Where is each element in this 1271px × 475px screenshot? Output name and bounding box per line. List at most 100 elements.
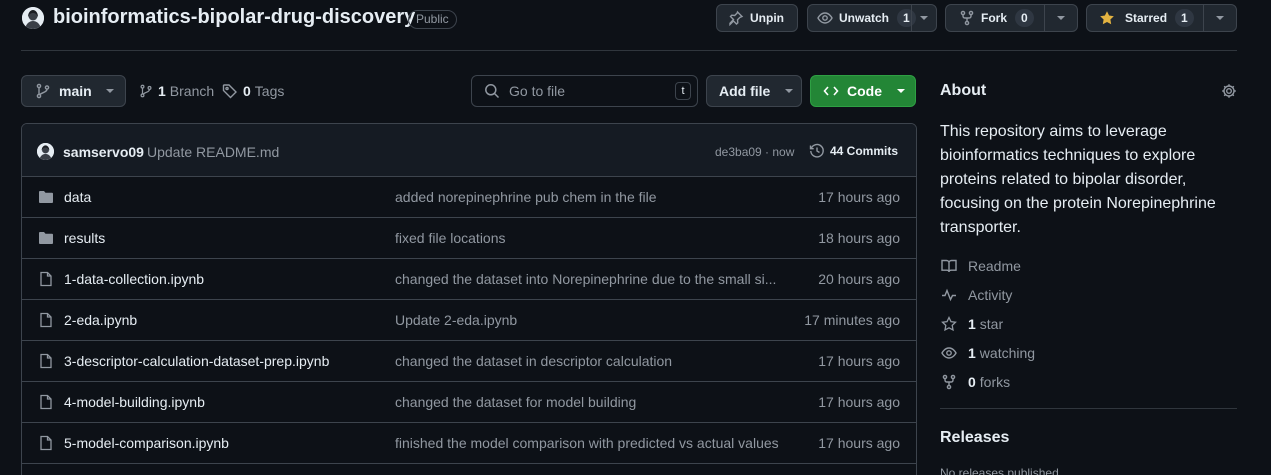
tag-icon — [222, 83, 238, 99]
watching-label: watching — [979, 345, 1036, 361]
file-name-link[interactable]: 1-data-collection.ipynb — [64, 271, 204, 287]
branch-name: main — [59, 83, 92, 99]
activity-link[interactable]: Activity — [941, 287, 1012, 303]
folder-icon — [38, 189, 54, 205]
starred-label: Starred — [1125, 11, 1168, 25]
forks-label: forks — [979, 374, 1011, 390]
gear-icon[interactable] — [1221, 83, 1237, 99]
readme-label: Readme — [968, 258, 1021, 274]
star-lists-dropdown[interactable] — [1203, 5, 1236, 31]
branch-selector-button[interactable]: main — [21, 75, 126, 107]
branch-count: 1 — [158, 83, 166, 99]
file-icon — [38, 312, 54, 328]
unpin-button[interactable]: Unpin — [716, 4, 798, 32]
file-commit-message-link[interactable]: changed the dataset into Norepinephrine … — [395, 271, 783, 287]
add-file-button[interactable]: Add file — [706, 75, 802, 107]
starred-button[interactable]: Starred 1 — [1087, 5, 1203, 31]
code-label: Code — [847, 83, 882, 99]
file-icon — [38, 353, 54, 369]
commit-hash-time[interactable]: de3ba09 · now — [715, 145, 794, 159]
commit-author-avatar[interactable] — [37, 143, 54, 160]
fork-counter: 0 — [1015, 9, 1034, 27]
file-commit-message-link[interactable]: added norepinephrine pub chem in the fil… — [395, 189, 783, 205]
tag-count-label: Tags — [254, 83, 285, 99]
file-commit-time: 17 minutes ago — [804, 312, 900, 328]
eye-icon — [817, 10, 833, 26]
commit-author-link[interactable]: samservo09 — [63, 144, 144, 160]
code-button[interactable]: Code — [810, 75, 916, 107]
file-commit-message-link[interactable]: finished the model comparison with predi… — [395, 435, 783, 451]
latest-commit-bar: samservo09 Update README.md de3ba09 · no… — [22, 124, 916, 177]
fork-button[interactable]: Fork 0 — [946, 5, 1044, 31]
no-releases-text: No releases published — [940, 466, 1059, 475]
caret-down-icon — [1056, 15, 1066, 21]
visibility-badge: Public — [408, 10, 457, 29]
file-commit-time: 17 hours ago — [818, 394, 900, 410]
stars-link[interactable]: 1 star — [941, 316, 1003, 332]
tags-link[interactable]: 0 Tags — [222, 83, 284, 99]
file-name-link[interactable]: 2-eda.ipynb — [64, 312, 137, 328]
file-name-link[interactable]: 3-descriptor-calculation-dataset-prep.ip… — [64, 353, 329, 369]
file-commit-time: 18 hours ago — [818, 230, 900, 246]
pulse-icon — [941, 287, 957, 303]
file-commit-message-link[interactable]: Update 2-eda.ipynb — [395, 312, 783, 328]
history-icon — [809, 143, 825, 159]
activity-label: Activity — [968, 287, 1013, 303]
file-commit-message-link[interactable]: changed the dataset for model building — [395, 394, 783, 410]
file-row: 5-model-comparison.ipynb finished the mod… — [22, 423, 916, 464]
caret-down-icon — [784, 88, 794, 94]
search-icon — [484, 83, 500, 99]
unpin-label: Unpin — [750, 11, 784, 25]
commits-count: 44 Commits — [830, 144, 899, 158]
watch-options-dropdown[interactable] — [911, 5, 936, 31]
file-name-link[interactable]: 4-model-building.ipynb — [64, 394, 205, 410]
branch-count-label: Branch — [169, 83, 215, 99]
eye-icon — [941, 345, 957, 361]
commit-message-link[interactable]: Update README.md — [147, 144, 279, 160]
sidebar-divider — [940, 408, 1237, 409]
stars-label: star — [979, 316, 1004, 332]
file-name-link[interactable]: data — [64, 189, 91, 205]
keyboard-shortcut-hint: t — [675, 82, 691, 100]
file-list: data added norepinephrine pub chem in the… — [22, 177, 916, 464]
unwatch-button-group: Unwatch 1 — [807, 4, 937, 32]
star-icon — [941, 316, 957, 332]
file-name-link[interactable]: results — [64, 230, 105, 246]
star-button-group: Starred 1 — [1086, 4, 1237, 32]
caret-down-icon — [919, 15, 929, 21]
file-icon — [38, 271, 54, 287]
file-commit-time: 17 hours ago — [818, 353, 900, 369]
file-row: data added norepinephrine pub chem in the… — [22, 177, 916, 218]
file-commit-message-link[interactable]: changed the dataset in descriptor calcul… — [395, 353, 783, 369]
stars-count: 1 — [968, 316, 976, 332]
unwatch-label: Unwatch — [839, 11, 890, 25]
file-browser: samservo09 Update README.md de3ba09 · no… — [21, 123, 917, 475]
code-icon — [823, 83, 839, 99]
go-to-file-input[interactable]: Go to file t — [471, 75, 698, 107]
commits-history-link[interactable]: 44 Commits — [809, 143, 898, 159]
star-fill-icon — [1099, 10, 1115, 26]
watching-count: 1 — [968, 345, 976, 361]
file-icon — [38, 435, 54, 451]
forks-link[interactable]: 0 forks — [941, 374, 1010, 390]
releases-heading[interactable]: Releases — [940, 429, 1009, 447]
star-counter: 1 — [1175, 9, 1194, 27]
tag-count: 0 — [243, 83, 251, 99]
repo-owner-avatar[interactable] — [22, 7, 44, 29]
git-branch-icon — [35, 83, 51, 99]
watchers-link[interactable]: 1 watching — [941, 345, 1035, 361]
file-commit-time: 20 hours ago — [818, 271, 900, 287]
search-placeholder: Go to file — [509, 83, 566, 99]
file-commit-message-link[interactable]: fixed file locations — [395, 230, 783, 246]
file-icon — [38, 394, 54, 410]
unwatch-button[interactable]: Unwatch 1 — [808, 5, 916, 31]
forks-count: 0 — [968, 374, 976, 390]
readme-link[interactable]: Readme — [941, 258, 1021, 274]
repo-name-link[interactable]: bioinformatics-bipolar-drug-discovery — [53, 6, 415, 29]
file-row: 3-descriptor-calculation-dataset-prep.ip… — [22, 341, 916, 382]
repo-forked-icon — [941, 374, 957, 390]
caret-down-icon — [1215, 15, 1225, 21]
file-name-link[interactable]: 5-model-comparison.ipynb — [64, 435, 229, 451]
branches-link[interactable]: 1 Branch — [139, 83, 214, 99]
fork-options-dropdown[interactable] — [1044, 5, 1077, 31]
